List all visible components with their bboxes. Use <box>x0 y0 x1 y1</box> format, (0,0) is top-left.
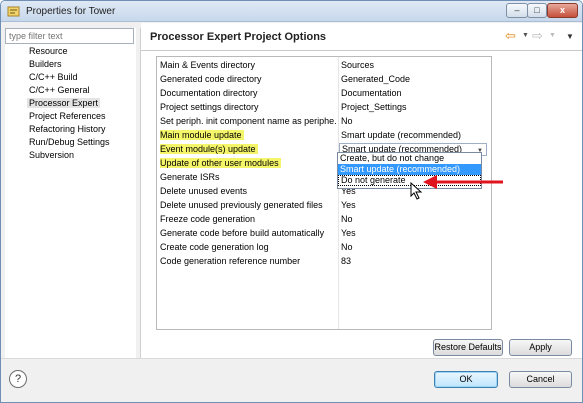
apply-button[interactable]: Apply <box>509 339 572 356</box>
tree-item-refactoring-history[interactable]: Refactoring History <box>5 123 136 136</box>
properties-window: Properties for Tower – □ x Resource Buil… <box>0 0 583 403</box>
tree-item-cpp-build[interactable]: C/C++ Build <box>5 71 136 84</box>
tree-item-run-debug-settings[interactable]: Run/Debug Settings <box>5 136 136 149</box>
highlighted-label: Update of other user modules <box>160 158 281 168</box>
option-name: Delete unused previously generated files <box>160 200 323 210</box>
page-title: Processor Expert Project Options <box>150 31 327 43</box>
filter-input[interactable] <box>5 28 134 44</box>
option-value[interactable]: Yes <box>341 199 491 212</box>
option-name: Documentation directory <box>160 88 258 98</box>
table-row[interactable]: Code generation reference number 83 <box>157 255 491 268</box>
dropdown-option[interactable]: Create, but do not change <box>338 153 481 164</box>
tree-item-label: Subversion <box>29 150 75 160</box>
back-arrow-icon[interactable]: ⇦ <box>505 29 521 43</box>
tree-item-subversion[interactable]: Subversion <box>5 149 136 162</box>
option-name: Set periph. init component name as perip… <box>160 116 337 126</box>
tree-item-cpp-general[interactable]: C/C++ General <box>5 84 136 97</box>
close-button[interactable]: x <box>547 3 578 18</box>
table-row[interactable]: Main module update Smart update (recomme… <box>157 129 491 142</box>
tree-item-label: Builders <box>29 59 62 69</box>
ok-button[interactable]: OK <box>434 371 498 388</box>
divider <box>1 358 582 359</box>
tree-item-label: Run/Debug Settings <box>29 137 110 147</box>
option-name: Delete unused events <box>160 186 248 196</box>
table-row[interactable]: Generated code directory Generated_Code <box>157 73 491 86</box>
highlighted-label: Event module(s) update <box>160 144 258 154</box>
property-page-tree: Resource Builders C/C++ Build C/C++ Gene… <box>5 45 136 162</box>
options-table: Main & Events directory Sources Generate… <box>156 56 492 330</box>
cancel-button[interactable]: Cancel <box>509 371 572 388</box>
option-name: Freeze code generation <box>160 214 256 224</box>
page-header: Processor Expert Project Options ⇦ ▼ ⇨ ▼… <box>141 23 582 51</box>
minimize-button[interactable]: – <box>506 3 528 18</box>
tree-item-resource[interactable]: Resource <box>5 45 136 58</box>
option-name: Generate code before build automatically <box>160 228 325 238</box>
back-history-dropdown-icon[interactable]: ▼ <box>522 32 529 39</box>
title-bar[interactable]: Properties for Tower – □ x <box>1 1 582 22</box>
option-value[interactable]: Documentation <box>341 87 491 100</box>
table-row[interactable]: Project settings directory Project_Setti… <box>157 101 491 114</box>
option-name: Main & Events directory <box>160 60 256 70</box>
table-row[interactable]: Main & Events directory Sources <box>157 59 491 72</box>
table-row[interactable]: Delete unused previously generated files… <box>157 199 491 212</box>
option-value[interactable]: Generated_Code <box>341 73 491 86</box>
option-value[interactable]: No <box>341 115 491 128</box>
option-value[interactable]: Sources <box>341 59 491 72</box>
option-name: Generated code directory <box>160 74 262 84</box>
maximize-button[interactable]: □ <box>527 3 547 18</box>
tree-item-processor-expert[interactable]: Processor Expert <box>5 97 136 110</box>
properties-icon <box>7 6 20 17</box>
option-name: Event module(s) update <box>160 143 337 156</box>
view-menu-icon[interactable]: ▼ <box>566 32 574 41</box>
tree-item-builders[interactable]: Builders <box>5 58 136 71</box>
mouse-cursor-icon <box>410 182 423 200</box>
table-row[interactable]: Freeze code generation No <box>157 213 491 226</box>
tree-item-label: Refactoring History <box>29 124 106 134</box>
tree-item-label: Project References <box>29 111 106 121</box>
option-name: Create code generation log <box>160 242 269 252</box>
highlighted-label: Main module update <box>160 130 244 140</box>
tree-item-label: C/C++ General <box>29 85 90 95</box>
help-icon[interactable]: ? <box>9 370 27 388</box>
option-name: Update of other user modules <box>160 157 337 170</box>
option-value[interactable]: Project_Settings <box>341 101 491 114</box>
option-value[interactable]: No <box>341 241 491 254</box>
table-row[interactable]: Set periph. init component name as perip… <box>157 115 491 128</box>
option-value[interactable]: Yes <box>341 227 491 240</box>
table-row[interactable]: Generate code before build automatically… <box>157 227 491 240</box>
table-row[interactable]: Documentation directory Documentation <box>157 87 491 100</box>
option-name: Project settings directory <box>160 102 259 112</box>
option-value[interactable]: Smart update (recommended) <box>341 129 491 142</box>
option-value[interactable]: No <box>341 213 491 226</box>
tree-item-label: Resource <box>29 46 68 56</box>
option-value[interactable]: 83 <box>341 255 491 268</box>
option-name: Code generation reference number <box>160 256 301 266</box>
option-name: Main module update <box>160 129 337 142</box>
tree-item-label: C/C++ Build <box>29 72 78 82</box>
window-title: Properties for Tower <box>26 6 116 17</box>
forward-history-dropdown-icon[interactable]: ▼ <box>549 32 556 39</box>
annotation-arrow-icon <box>423 175 503 189</box>
tree-item-project-references[interactable]: Project References <box>5 110 136 123</box>
restore-defaults-button[interactable]: Restore Defaults <box>433 339 503 356</box>
table-row[interactable]: Create code generation log No <box>157 241 491 254</box>
tree-item-label: Processor Expert <box>27 98 101 108</box>
option-name: Generate ISRs <box>160 172 220 182</box>
forward-arrow-icon[interactable]: ⇨ <box>532 29 548 43</box>
